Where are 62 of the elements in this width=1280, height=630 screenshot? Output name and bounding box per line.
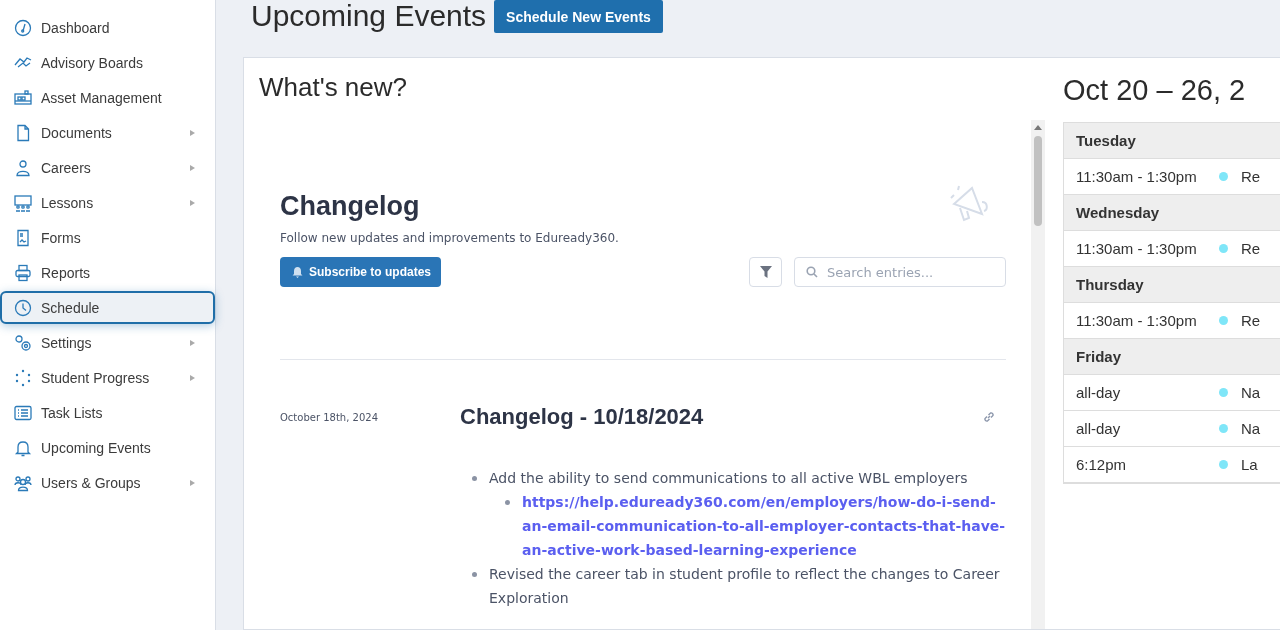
sidebar-item[interactable]: Student Progress	[0, 361, 215, 394]
filter-icon	[759, 266, 772, 278]
clock-icon	[14, 298, 32, 317]
bell-icon	[292, 266, 303, 278]
event-time: all-day	[1076, 384, 1122, 401]
sidebar-item[interactable]: Documents	[0, 116, 215, 149]
day-header: Wednesday	[1064, 195, 1280, 231]
classroom-icon	[14, 193, 32, 212]
sidebar-item[interactable]: Advisory Boards	[0, 46, 215, 79]
event-time: all-day	[1076, 420, 1122, 437]
sidebar-item[interactable]: Asset Management	[0, 81, 215, 114]
gauge-icon	[14, 18, 32, 37]
scroll-up-arrow-icon[interactable]	[1034, 124, 1042, 130]
bell-icon	[14, 438, 32, 457]
day-header: Tuesday	[1064, 123, 1280, 159]
subscribe-button[interactable]: Subscribe to updates	[280, 257, 442, 287]
page-title: Upcoming Events	[250, 0, 487, 33]
help-link[interactable]: https://help.eduready360.com/en/employers/how-do-i-send-an-email-communication-to-all-employer-contacts-that-have-an-active-work-based-learning-experience	[522, 490, 1006, 562]
sidebar-item[interactable]: Reports	[0, 256, 215, 289]
event-time: 11:30am - 1:30pm	[1076, 312, 1198, 329]
sidebar-item[interactable]: Dashboard	[0, 11, 215, 44]
people-icon	[14, 473, 32, 492]
event-time: 11:30am - 1:30pm	[1076, 168, 1198, 185]
day-header: Thursday	[1064, 267, 1280, 303]
sidebar-item[interactable]: Upcoming Events	[0, 431, 215, 464]
link-icon[interactable]	[982, 410, 996, 424]
section-title: What's new?	[258, 71, 409, 104]
changelog-item: Add the ability to send communications to all active WBL employers	[489, 470, 968, 486]
schedule-new-events-button[interactable]: Schedule New Events	[494, 0, 663, 33]
changelog-title: Changelog	[280, 190, 420, 222]
entry-title: Changelog - 10/18/2024	[460, 404, 704, 430]
event-time: 6:12pm	[1076, 456, 1128, 473]
search-icon	[806, 266, 818, 278]
document-icon	[14, 123, 32, 142]
sidebar-item[interactable]: Careers	[0, 151, 215, 184]
person-icon	[14, 158, 32, 177]
sidebar-item[interactable]: Schedule	[0, 291, 215, 324]
sidebar-item[interactable]: Settings	[0, 326, 215, 359]
calendar-title: Oct 20 – 26, 2	[1063, 74, 1247, 107]
printer-icon	[14, 263, 32, 282]
event-title[interactable]: Na	[1241, 384, 1261, 401]
list-icon	[14, 403, 32, 422]
event-time: 11:30am - 1:30pm	[1076, 240, 1198, 257]
entry-date: October 18th, 2024	[280, 411, 379, 425]
form-icon	[14, 228, 32, 247]
event-title[interactable]: Re	[1241, 240, 1261, 257]
search-field[interactable]: Search entries...	[794, 257, 1006, 287]
filter-button[interactable]	[749, 257, 782, 287]
changelog-item: Revised the career tab in student profile to reflect the changes to Career Exploration	[489, 566, 1000, 606]
dotted-circle-icon	[14, 368, 32, 387]
event-title[interactable]: La	[1241, 456, 1258, 473]
sidebar-item[interactable]: Lessons	[0, 186, 215, 219]
scrollbar-thumb[interactable]	[1034, 136, 1042, 226]
sidebar-item[interactable]: Forms	[0, 221, 215, 254]
changelog-subtitle: Follow new updates and improvements to Eduready360.	[280, 231, 620, 245]
scrollbar[interactable]	[1031, 120, 1045, 629]
event-title[interactable]: Re	[1241, 312, 1261, 329]
day-header: Friday	[1064, 339, 1280, 375]
sidebar-item[interactable]: Users & Groups	[0, 466, 215, 499]
event-title[interactable]: Na	[1241, 420, 1261, 437]
sidebar-item[interactable]: Task Lists	[0, 396, 215, 429]
event-title[interactable]: Re	[1241, 168, 1261, 185]
